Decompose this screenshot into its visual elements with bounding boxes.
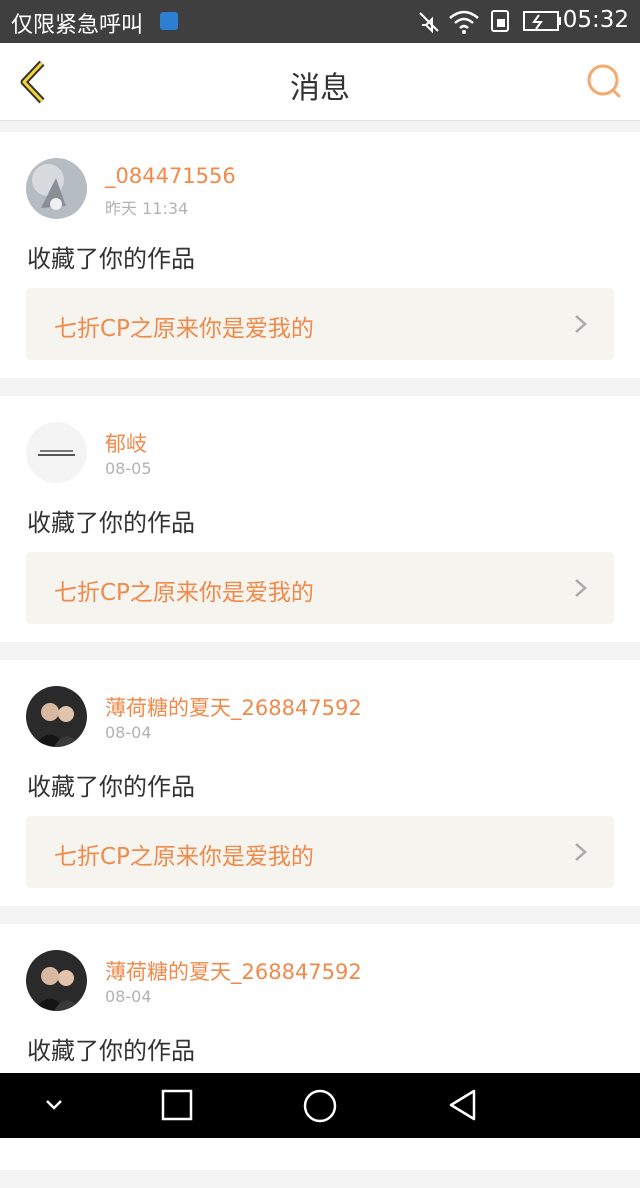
chevron-down-icon[interactable] xyxy=(42,1095,66,1115)
chevron-right-icon xyxy=(575,579,587,597)
work-link[interactable]: 七折CP之原来你是爱我的 xyxy=(26,552,614,624)
carrier-text: 仅限紧急呼叫 xyxy=(11,13,144,38)
message-time: 08-04 xyxy=(105,987,152,1006)
clock-text: 05:32 xyxy=(562,7,629,33)
avatar[interactable] xyxy=(26,422,87,483)
search-icon[interactable] xyxy=(584,61,624,101)
back-icon[interactable] xyxy=(446,1088,480,1122)
chevron-right-icon xyxy=(575,843,587,861)
avatar[interactable] xyxy=(26,950,87,1011)
username[interactable]: _084471556 xyxy=(105,164,236,188)
navigation-bar xyxy=(0,1073,640,1138)
message-time: 08-05 xyxy=(105,459,152,478)
avatar[interactable] xyxy=(26,686,87,747)
sim-icon xyxy=(160,12,178,30)
chevron-right-icon xyxy=(575,315,587,333)
action-text: 收藏了你的作品 xyxy=(27,245,195,273)
page-title: 消息 xyxy=(290,71,350,106)
message-list: _084471556 昨天 11:34 收藏了你的作品 七折CP之原来你是爱我的… xyxy=(0,132,640,1188)
work-title: 七折CP之原来你是爱我的 xyxy=(54,580,314,606)
message-time: 昨天 11:34 xyxy=(105,199,189,218)
username[interactable]: 郁岐 xyxy=(105,428,147,458)
sim-card-icon xyxy=(491,10,509,32)
action-text: 收藏了你的作品 xyxy=(27,773,195,801)
app-header: 消息 xyxy=(0,43,640,121)
work-title: 七折CP之原来你是爱我的 xyxy=(54,844,314,870)
message-card: _084471556 昨天 11:34 收藏了你的作品 七折CP之原来你是爱我的 xyxy=(0,132,640,378)
battery-icon xyxy=(523,11,561,31)
mute-icon xyxy=(419,12,439,34)
wifi-icon xyxy=(449,10,479,34)
work-title: 七折CP之原来你是爱我的 xyxy=(54,316,314,342)
username[interactable]: 薄荷糖的夏天_268847592 xyxy=(105,692,362,722)
home-icon[interactable] xyxy=(302,1088,338,1124)
message-time: 08-04 xyxy=(105,723,152,742)
message-card: 郁岐 08-05 收藏了你的作品 七折CP之原来你是爱我的 xyxy=(0,396,640,642)
recent-apps-icon[interactable] xyxy=(160,1088,194,1122)
username[interactable]: 薄荷糖的夏天_268847592 xyxy=(105,956,362,986)
avatar[interactable] xyxy=(26,158,87,219)
message-card: 薄荷糖的夏天_268847592 08-04 收藏了你的作品 七折CP之原来你是… xyxy=(0,660,640,906)
action-text: 收藏了你的作品 xyxy=(27,509,195,537)
work-link[interactable]: 七折CP之原来你是爱我的 xyxy=(26,816,614,888)
status-bar: 仅限紧急呼叫 05:32 xyxy=(0,0,640,43)
work-link[interactable]: 七折CP之原来你是爱我的 xyxy=(26,288,614,360)
action-text: 收藏了你的作品 xyxy=(27,1037,195,1065)
